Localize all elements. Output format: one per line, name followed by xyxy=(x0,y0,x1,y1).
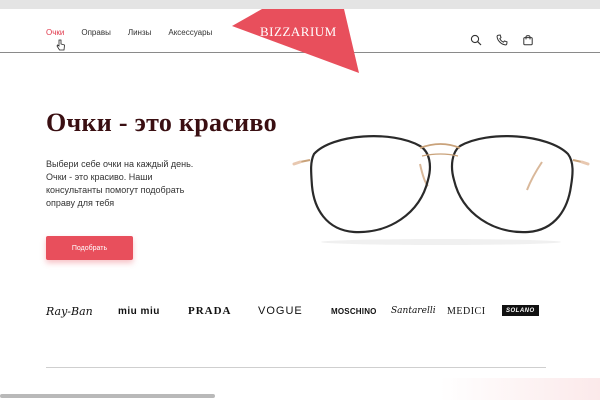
nav-item-glasses[interactable]: Очки xyxy=(46,28,64,37)
brand-logo[interactable]: BIZZARIUM xyxy=(232,9,362,75)
nav-item-lenses[interactable]: Линзы xyxy=(128,28,152,37)
brand-medici[interactable]: MEDICI xyxy=(447,300,486,322)
phone-icon[interactable] xyxy=(496,34,508,46)
brand-rayban[interactable]: Ray-Ban xyxy=(46,300,93,322)
glasses-image xyxy=(292,135,590,245)
logo-triangle-shape xyxy=(232,9,359,73)
pick-frame-button[interactable]: Подобрать xyxy=(46,236,133,260)
brand-prada[interactable]: PRADA xyxy=(188,300,232,322)
brand-logos-row: Ray-Ban miu miu PRADA VOGUE MOSCHINO San… xyxy=(46,300,556,324)
horizontal-scrollbar[interactable] xyxy=(0,394,215,398)
header-icons xyxy=(470,34,534,46)
section-divider xyxy=(46,367,546,368)
cart-icon[interactable] xyxy=(522,34,534,46)
nav-links: Очки Оправы Линзы Аксессуары xyxy=(46,28,229,37)
logo-text: BIZZARIUM xyxy=(260,24,337,39)
hero-title: Очки - это красиво xyxy=(46,108,277,137)
browser-top-strip xyxy=(0,0,600,9)
brand-santarelli[interactable]: Santarelli xyxy=(391,300,436,322)
hero-description: Выбери себе очки на каждый день. Очки - … xyxy=(46,159,194,208)
search-icon[interactable] xyxy=(470,34,482,46)
brand-moschino[interactable]: MOSCHINO xyxy=(331,300,377,322)
brand-miumiu[interactable]: miu miu xyxy=(118,300,160,322)
hand-cursor-icon xyxy=(56,39,65,51)
decorative-gradient xyxy=(440,378,600,400)
brand-vogue[interactable]: VOGUE xyxy=(258,300,303,322)
brand-solano[interactable]: SOLANO xyxy=(502,305,539,316)
nav-item-accessories[interactable]: Аксессуары xyxy=(168,28,212,37)
nav-item-frames[interactable]: Оправы xyxy=(81,28,110,37)
